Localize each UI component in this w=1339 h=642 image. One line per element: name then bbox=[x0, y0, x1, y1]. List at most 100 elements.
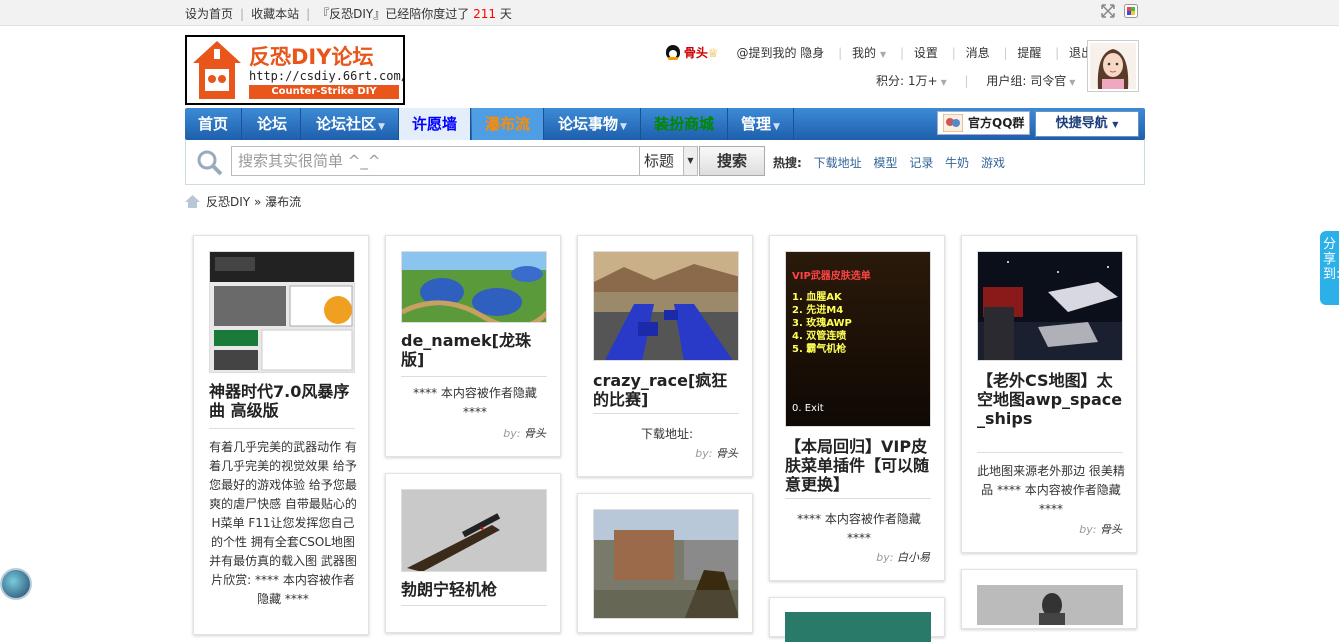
by-label: by: bbox=[695, 447, 713, 460]
card-description: 有着几乎完美的武器动作 有着几乎完美的视觉效果 给予您最好的游戏体验 给予您最爽… bbox=[209, 440, 357, 606]
by-label: by: bbox=[1079, 523, 1097, 536]
card-description: 下载地址: bbox=[640, 427, 694, 441]
hot-search-link[interactable]: 牛奶 bbox=[945, 156, 969, 170]
nav-item-wishwall[interactable]: 许愿墙 bbox=[399, 108, 472, 140]
waterfall-card[interactable]: 神器时代7.0风暴序曲 高级版 有着几乎完美的武器动作 有着几乎完美的视觉效果 … bbox=[193, 235, 369, 635]
waterfall-card[interactable]: crazy_race[疯狂的比赛] 下载地址: by: 骨头 bbox=[577, 235, 753, 477]
fps-screenshot-image bbox=[594, 510, 738, 618]
nav-label: 许愿墙 bbox=[412, 115, 458, 133]
medal-icon: ♕ bbox=[707, 46, 719, 60]
nav-item-home[interactable]: 首页 bbox=[185, 108, 243, 140]
card-thumbnail[interactable]: VIP武器皮肤选单 1. 血腥AK 2. 先进M4 3. 玫瑰AWP 4. 双管… bbox=[785, 251, 931, 427]
vip-menu-item: 1. 血腥AK bbox=[792, 292, 842, 303]
card-thumbnail[interactable] bbox=[785, 612, 931, 642]
card-thumbnail[interactable] bbox=[209, 251, 355, 373]
quick-nav-button[interactable]: 快捷导航 ▼ bbox=[1035, 111, 1139, 137]
card-title[interactable]: 勃朗宁轻机枪 bbox=[401, 580, 551, 599]
race-map-image bbox=[594, 252, 738, 360]
breadcrumb-current[interactable]: 瀑布流 bbox=[265, 195, 301, 209]
author-link[interactable]: 骨头 bbox=[716, 447, 738, 460]
breadcrumb-home[interactable]: 反恐DIY bbox=[206, 195, 250, 209]
chat-bubble-icon[interactable] bbox=[0, 568, 32, 600]
waterfall-card[interactable] bbox=[961, 569, 1137, 629]
quick-nav-label: 快捷导航 bbox=[1055, 116, 1108, 131]
gun-model-image bbox=[402, 490, 546, 571]
space-map-image bbox=[978, 252, 1122, 360]
card-title[interactable]: crazy_race[疯狂的比赛] bbox=[593, 371, 743, 409]
set-home-link[interactable]: 设为首页 bbox=[185, 7, 233, 21]
nav-item-community[interactable]: 论坛社区 ▼ bbox=[303, 108, 399, 140]
chevron-down-icon: ▼ bbox=[683, 147, 697, 175]
stay-prefix: 『反恐DIY』已经陪你度过了 bbox=[317, 7, 470, 21]
chevron-down-icon: ▼ bbox=[773, 122, 780, 132]
reminder-link[interactable]: 提醒 bbox=[1017, 46, 1041, 60]
nav-item-waterfall[interactable]: 瀑布流 bbox=[472, 108, 545, 140]
vip-menu-item: 2. 先进M4 bbox=[792, 305, 844, 316]
card-thumbnail[interactable] bbox=[593, 509, 739, 619]
share-label: 分享到: bbox=[1323, 237, 1339, 282]
hot-search-label: 热搜: bbox=[773, 156, 802, 170]
hot-search-link[interactable]: 模型 bbox=[873, 156, 897, 170]
qq-group-icon bbox=[943, 114, 963, 132]
search-bar: 搜索其实很简单 ^_^ 标题 ▼ 搜索 热搜: 下载地址 模型 记录 牛奶 游戏 bbox=[185, 140, 1145, 185]
avatar[interactable] bbox=[1087, 40, 1139, 92]
vip-menu-item: 3. 玫瑰AWP bbox=[792, 318, 852, 329]
card-title[interactable]: 【本局回归】VIP皮肤菜单插件【可以随意更换】 bbox=[785, 437, 935, 494]
hot-search-link[interactable]: 下载地址 bbox=[814, 156, 862, 170]
house-logo-icon bbox=[193, 41, 241, 99]
waterfall-card[interactable]: de_namek[龙珠版] **** 本内容被作者隐藏 **** by: 骨头 bbox=[385, 235, 561, 457]
hot-search-link[interactable]: 游戏 bbox=[981, 156, 1005, 170]
hot-search-link[interactable]: 记录 bbox=[909, 156, 933, 170]
points-menu[interactable]: 积分: 1万+ bbox=[876, 74, 938, 88]
search-type-select[interactable]: 标题 ▼ bbox=[640, 146, 698, 176]
waterfall-card[interactable] bbox=[577, 493, 753, 633]
author-link[interactable]: 骨头 bbox=[524, 427, 546, 440]
card-divider bbox=[785, 498, 931, 499]
share-tab[interactable]: 分享到: bbox=[1320, 231, 1339, 305]
card-thumbnail[interactable] bbox=[401, 251, 547, 323]
nav-label: 装扮商城 bbox=[654, 115, 715, 133]
search-input[interactable]: 搜索其实很简单 ^_^ bbox=[231, 146, 640, 176]
card-title[interactable]: 神器时代7.0风暴序曲 高级版 bbox=[209, 382, 359, 420]
waterfall-card[interactable]: 勃朗宁轻机枪 bbox=[385, 473, 561, 633]
card-thumbnail[interactable] bbox=[977, 585, 1123, 625]
search-button[interactable]: 搜索 bbox=[699, 146, 765, 176]
author-link[interactable]: 白小易 bbox=[897, 551, 930, 564]
top-bar: 设为首页 | 收藏本站 | 『反恐DIY』已经陪你度过了 211 天 bbox=[0, 0, 1339, 26]
mention-link[interactable]: @提到我的 bbox=[736, 46, 796, 60]
top-links: 设为首页 | 收藏本站 | 『反恐DIY』已经陪你度过了 211 天 bbox=[185, 7, 512, 21]
bookmark-link[interactable]: 收藏本站 bbox=[251, 7, 299, 21]
waterfall-card[interactable] bbox=[769, 597, 945, 642]
nav-label: 管理 bbox=[741, 115, 772, 133]
fullscreen-icon[interactable] bbox=[1101, 4, 1115, 18]
nav-label: 论坛事物 bbox=[558, 115, 619, 133]
usergroup-menu[interactable]: 用户组: 司令官 bbox=[986, 74, 1066, 88]
site-logo[interactable]: 反恐DIY论坛 http://csdiy.66rt.com/ Counter-S… bbox=[185, 35, 405, 105]
messages-link[interactable]: 消息 bbox=[966, 46, 990, 60]
author-link[interactable]: 骨头 bbox=[1100, 523, 1122, 536]
settings-link[interactable]: 设置 bbox=[914, 46, 938, 60]
chevron-down-icon: ▼ bbox=[620, 122, 627, 132]
home-icon[interactable] bbox=[185, 195, 200, 208]
card-title[interactable]: 【老外CS地图】太空地图awp_space_ships bbox=[977, 371, 1127, 428]
logo-subtitle: Counter-Strike DIY bbox=[249, 85, 399, 99]
color-theme-icon[interactable] bbox=[1124, 4, 1138, 18]
search-type-value: 标题 bbox=[644, 152, 675, 170]
card-thumbnail[interactable] bbox=[401, 489, 547, 572]
card-description: **** 本内容被作者隐藏 **** bbox=[797, 512, 921, 545]
card-thumbnail[interactable] bbox=[593, 251, 739, 361]
mine-menu[interactable]: 我的 bbox=[852, 46, 876, 60]
nav-item-admin[interactable]: 管理 ▼ bbox=[728, 108, 794, 140]
waterfall-card[interactable]: VIP武器皮肤选单 1. 血腥AK 2. 先进M4 3. 玫瑰AWP 4. 双管… bbox=[769, 235, 945, 581]
card-title[interactable]: de_namek[龙珠版] bbox=[401, 331, 551, 369]
invisible-link[interactable]: 隐身 bbox=[800, 46, 824, 60]
username-link[interactable]: 骨头 bbox=[684, 46, 708, 60]
nav-item-forum[interactable]: 论坛 bbox=[244, 108, 302, 140]
waterfall-card[interactable]: 【老外CS地图】太空地图awp_space_ships 此地图来源老外那边 很美… bbox=[961, 235, 1137, 553]
nav-item-affairs[interactable]: 论坛事物 ▼ bbox=[545, 108, 641, 140]
card-thumbnail[interactable] bbox=[977, 251, 1123, 361]
nav-item-shop[interactable]: 装扮商城 bbox=[641, 108, 729, 140]
qq-group-button[interactable]: 官方QQ群 bbox=[937, 111, 1030, 135]
card-author: by: 骨头 bbox=[1079, 521, 1122, 537]
game-screenshot-image bbox=[210, 252, 354, 372]
